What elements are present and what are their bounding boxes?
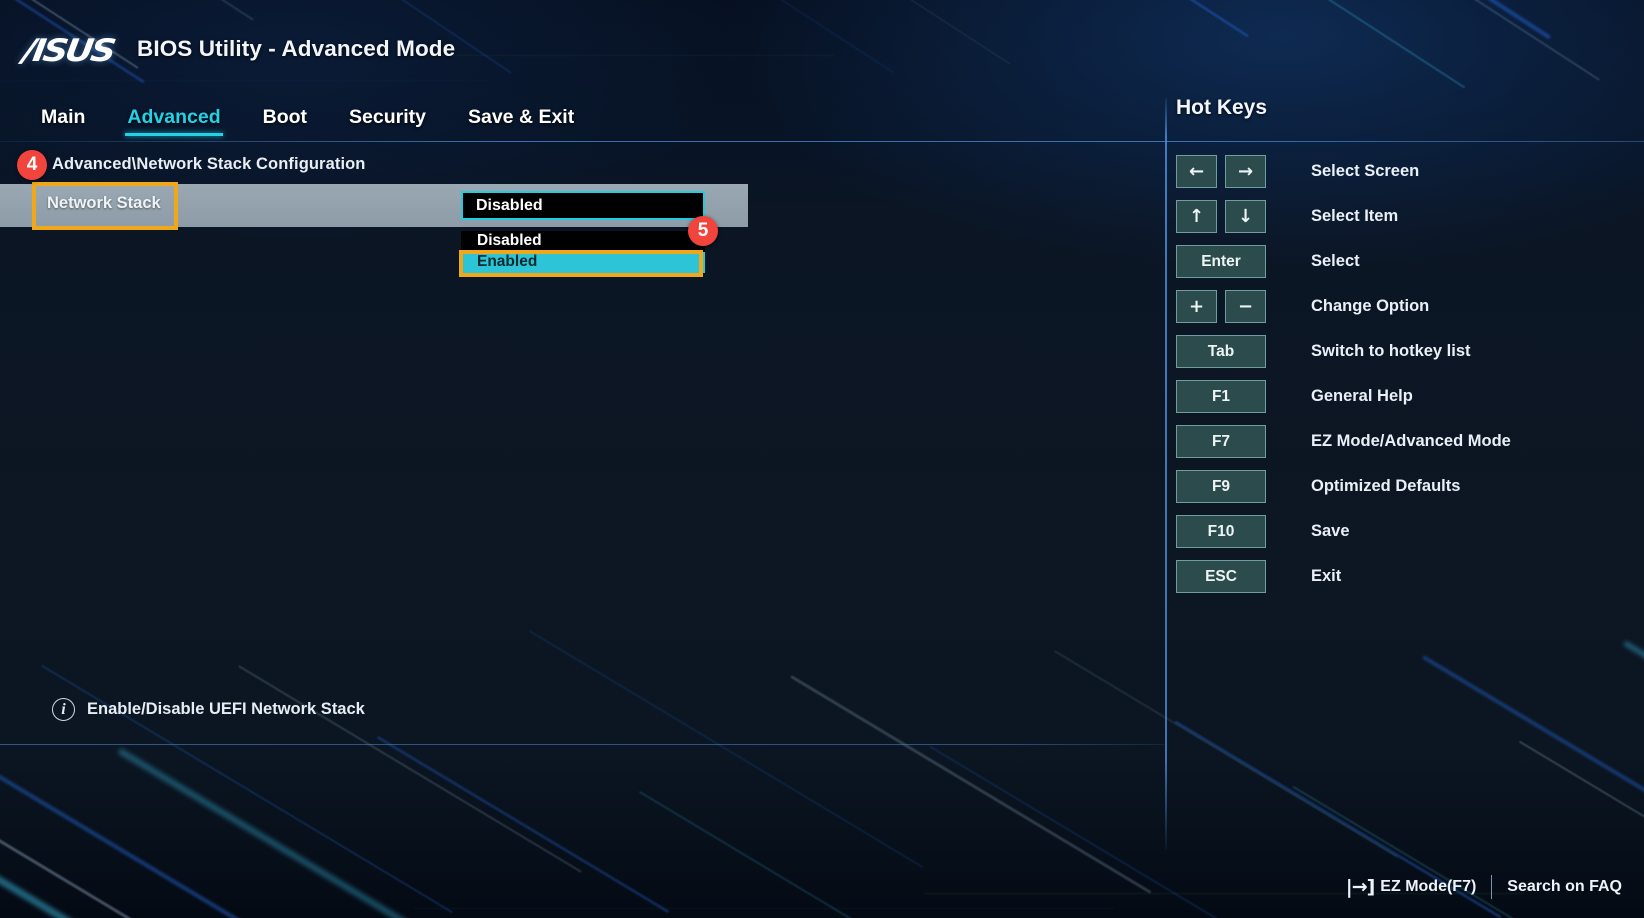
info-icon: i bbox=[52, 698, 75, 721]
help-bar: i Enable/Disable UEFI Network Stack bbox=[52, 698, 365, 721]
key-f9[interactable]: F9 bbox=[1176, 470, 1266, 503]
hotkey-description: EZ Mode/Advanced Mode bbox=[1311, 432, 1511, 450]
hotkey-description: Optimized Defaults bbox=[1311, 477, 1461, 495]
tab-save-exit[interactable]: Save & Exit bbox=[468, 106, 574, 133]
hotkey-row: F1 General Help bbox=[1176, 379, 1636, 414]
key-label: ESC bbox=[1205, 567, 1237, 585]
ez-mode-icon: |→] bbox=[1345, 876, 1376, 898]
hotkey-keys: F10 bbox=[1176, 515, 1304, 548]
hotkey-keys: F9 bbox=[1176, 470, 1304, 503]
hotkey-description: Select Screen bbox=[1311, 162, 1420, 180]
hotkey-description: Select Item bbox=[1311, 207, 1399, 225]
key-f10[interactable]: F10 bbox=[1176, 515, 1266, 548]
key-label: F10 bbox=[1207, 522, 1235, 540]
hotkey-keys: F1 bbox=[1176, 380, 1304, 413]
key-label: → bbox=[1237, 160, 1254, 182]
hotkey-row: ← → Select Screen bbox=[1176, 154, 1636, 189]
hotkey-keys: ← → bbox=[1176, 155, 1304, 188]
hotkey-row: ESC Exit bbox=[1176, 559, 1636, 594]
key-label: Tab bbox=[1207, 342, 1235, 360]
ez-mode-button[interactable]: |→] EZ Mode(F7) bbox=[1346, 876, 1477, 898]
breadcrumb: Advanced\Network Stack Configuration bbox=[52, 155, 366, 173]
search-on-faq-button[interactable]: Search on FAQ bbox=[1507, 878, 1622, 896]
hotkey-description: Save bbox=[1311, 522, 1350, 540]
hotkeys-title: Hot Keys bbox=[1176, 96, 1268, 119]
asus-logo-icon: /ISUS bbox=[20, 33, 116, 69]
footer-actions: |→] EZ Mode(F7) Search on FAQ bbox=[1346, 875, 1622, 899]
hotkey-keys: ↑ ↓ bbox=[1176, 200, 1304, 233]
key-label: F1 bbox=[1211, 387, 1231, 405]
hotkey-row: ↑ ↓ Select Item bbox=[1176, 199, 1636, 234]
footer-bar: |→] EZ Mode(F7) Search on FAQ bbox=[0, 850, 1644, 918]
main-menu-tabs: Main Advanced Boot Security Save & Exit bbox=[0, 96, 1644, 142]
hotkey-row: F10 Save bbox=[1176, 514, 1636, 549]
header-divider bbox=[0, 141, 1644, 142]
network-stack-value-box[interactable]: Disabled bbox=[461, 191, 705, 220]
hotkey-description: Switch to hotkey list bbox=[1311, 342, 1471, 360]
tab-main[interactable]: Main bbox=[41, 106, 85, 133]
arrow-right-key[interactable]: → bbox=[1225, 155, 1266, 188]
arrow-up-key[interactable]: ↑ bbox=[1176, 200, 1217, 233]
key-label: ↓ bbox=[1237, 205, 1254, 227]
dropdown-option-enabled[interactable]: Enabled bbox=[461, 252, 705, 273]
hotkey-keys: F7 bbox=[1176, 425, 1304, 458]
hotkey-keys: Tab bbox=[1176, 335, 1304, 368]
hotkey-row: Enter Select bbox=[1176, 244, 1636, 279]
network-stack-value: Disabled bbox=[476, 197, 543, 214]
key-label: F9 bbox=[1211, 477, 1231, 495]
hotkey-keys: ESC bbox=[1176, 560, 1304, 593]
key-label: ← bbox=[1188, 160, 1205, 182]
hotkey-description: Change Option bbox=[1311, 297, 1430, 315]
hotkey-row: F7 EZ Mode/Advanced Mode bbox=[1176, 424, 1636, 459]
annotation-badge-4: 4 bbox=[17, 150, 47, 180]
hotkeys-list: ← → Select Screen ↑ ↓ Select Item Enter Select +… bbox=[1176, 154, 1636, 604]
hotkey-description: General Help bbox=[1311, 387, 1413, 405]
minus-key[interactable]: − bbox=[1225, 290, 1266, 323]
footer-separator bbox=[1491, 875, 1493, 899]
hotkey-description: Exit bbox=[1311, 567, 1342, 585]
key-tab[interactable]: Tab bbox=[1176, 335, 1266, 368]
tab-boot[interactable]: Boot bbox=[263, 106, 307, 133]
hotkey-row: + − Change Option bbox=[1176, 289, 1636, 324]
hotkey-description: Select bbox=[1311, 252, 1360, 270]
hotkey-row: F9 Optimized Defaults bbox=[1176, 469, 1636, 504]
tab-advanced[interactable]: Advanced bbox=[125, 106, 223, 136]
help-divider bbox=[0, 744, 1164, 745]
key-enter[interactable]: Enter bbox=[1176, 245, 1266, 278]
key-label: − bbox=[1237, 295, 1254, 317]
key-label: ↑ bbox=[1188, 205, 1205, 227]
network-stack-dropdown[interactable]: Disabled Enabled bbox=[461, 231, 705, 273]
tab-security[interactable]: Security bbox=[349, 106, 426, 133]
help-text: Enable/Disable UEFI Network Stack bbox=[87, 700, 365, 718]
hotkey-row: Tab Switch to hotkey list bbox=[1176, 334, 1636, 369]
annotation-badge-5: 5 bbox=[688, 216, 718, 246]
hotkey-keys: + − bbox=[1176, 290, 1304, 323]
key-esc[interactable]: ESC bbox=[1176, 560, 1266, 593]
ez-mode-label: EZ Mode(F7) bbox=[1380, 878, 1477, 895]
hotkey-keys: Enter bbox=[1176, 245, 1304, 278]
dropdown-option-label: Disabled bbox=[477, 232, 542, 249]
key-label: Enter bbox=[1201, 252, 1241, 270]
page-title: BIOS Utility - Advanced Mode bbox=[137, 36, 456, 61]
header: /ISUS BIOS Utility - Advanced Mode bbox=[0, 0, 1644, 96]
key-f1[interactable]: F1 bbox=[1176, 380, 1266, 413]
key-f7[interactable]: F7 bbox=[1176, 425, 1266, 458]
dropdown-option-disabled[interactable]: Disabled bbox=[461, 231, 705, 252]
plus-key[interactable]: + bbox=[1176, 290, 1217, 323]
key-label: + bbox=[1188, 295, 1205, 317]
key-label: F7 bbox=[1211, 432, 1231, 450]
arrow-down-key[interactable]: ↓ bbox=[1225, 200, 1266, 233]
dropdown-option-label: Enabled bbox=[477, 253, 538, 270]
panel-divider bbox=[1165, 98, 1167, 850]
arrow-left-key[interactable]: ← bbox=[1176, 155, 1217, 188]
setting-label-network-stack: Network Stack bbox=[47, 194, 161, 212]
bios-screen: /ISUS BIOS Utility - Advanced Mode Main A… bbox=[0, 0, 1644, 918]
